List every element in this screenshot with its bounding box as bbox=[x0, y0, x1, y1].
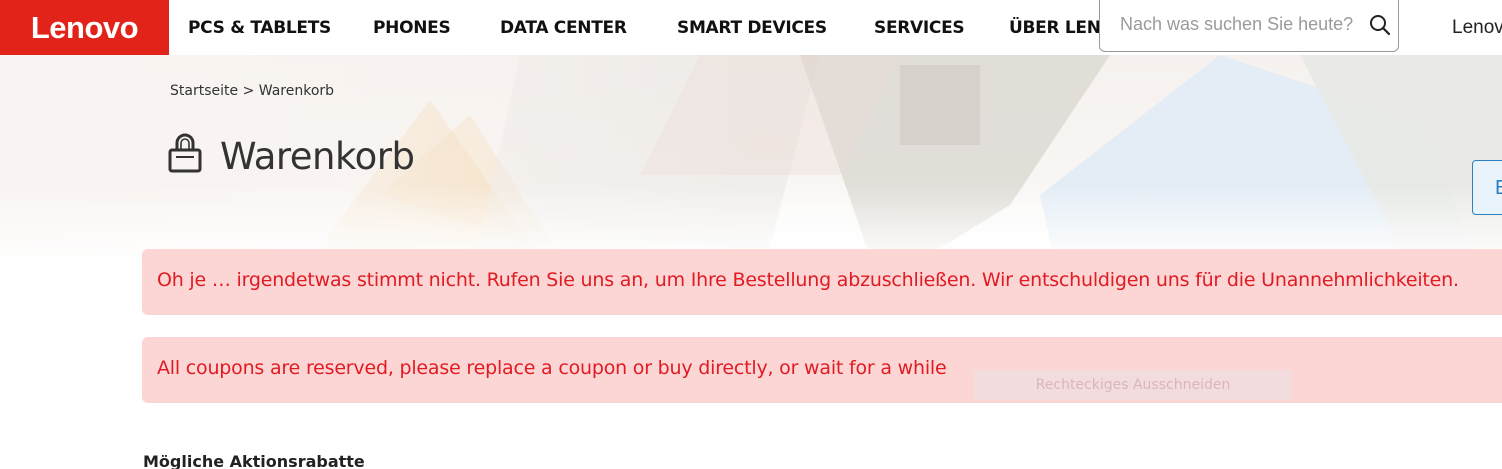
error-alert: Oh je … irgendetwas stimmt nicht. Rufen … bbox=[142, 249, 1502, 315]
nav-item-phones[interactable]: PHONES bbox=[373, 18, 451, 38]
side-action-button[interactable]: E bbox=[1472, 160, 1502, 215]
breadcrumb-separator: > bbox=[242, 83, 255, 99]
lock-icon bbox=[168, 133, 202, 173]
coupon-alert: All coupons are reserved, please replace… bbox=[142, 337, 1502, 403]
error-alert-message: Oh je … irgendetwas stimmt nicht. Rufen … bbox=[157, 269, 1459, 291]
top-navigation-bar: Lenovo PCS & TABLETS PHONES DATA CENTER … bbox=[0, 0, 1502, 55]
nav-item-smart-devices[interactable]: SMART DEVICES bbox=[677, 18, 827, 38]
search-box bbox=[1099, 0, 1399, 52]
account-link-clip: Lenov bbox=[1450, 0, 1502, 55]
side-action-button-label: E bbox=[1495, 177, 1502, 200]
breadcrumb-home[interactable]: Startseite bbox=[170, 83, 238, 99]
snipping-tooltip-text: Rechteckiges Ausschneiden bbox=[1035, 377, 1231, 393]
nav-item-pcs-tablets[interactable]: PCS & TABLETS bbox=[188, 18, 331, 38]
lenovo-logo[interactable]: Lenovo bbox=[0, 0, 169, 55]
nav-item-data-center[interactable]: DATA CENTER bbox=[500, 18, 627, 38]
coupon-alert-message: All coupons are reserved, please replace… bbox=[157, 357, 947, 379]
search-icon[interactable] bbox=[1368, 13, 1392, 37]
account-link[interactable]: Lenov bbox=[1452, 17, 1502, 39]
snipping-tooltip: Rechteckiges Ausschneiden bbox=[974, 370, 1292, 400]
nav-item-clip: ÜBER LEN bbox=[1008, 0, 1100, 55]
breadcrumb: Startseite > Warenkorb bbox=[170, 83, 334, 99]
page-title: Warenkorb bbox=[220, 135, 415, 178]
nav-item-ueber-lenovo[interactable]: ÜBER LEN bbox=[1009, 18, 1100, 38]
nav-item-services[interactable]: SERVICES bbox=[874, 18, 965, 38]
breadcrumb-current: Warenkorb bbox=[258, 83, 335, 99]
search-input[interactable] bbox=[1120, 12, 1360, 36]
promotions-heading: Mögliche Aktionsrabatte bbox=[143, 452, 365, 469]
